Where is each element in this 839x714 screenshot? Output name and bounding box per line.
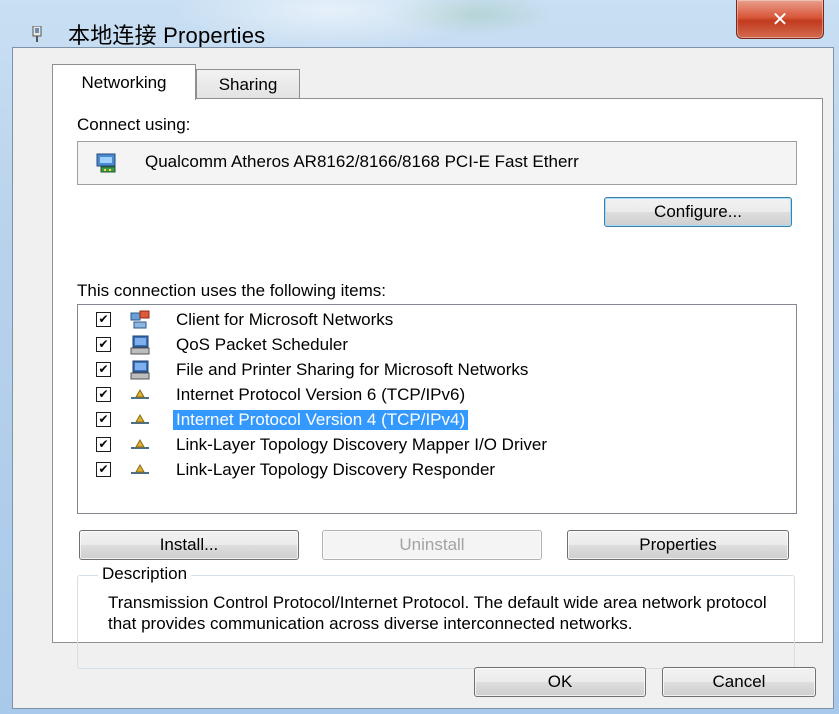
- item-checkbox[interactable]: ✔: [96, 337, 111, 352]
- list-item[interactable]: ✔ Link-Layer Topology Discovery Responde…: [78, 458, 796, 482]
- connect-using-label: Connect using:: [77, 115, 191, 134]
- item-checkbox[interactable]: ✔: [96, 362, 111, 377]
- item-checkbox[interactable]: ✔: [96, 462, 111, 477]
- description-group: Description Transmission Control Protoco…: [77, 564, 795, 669]
- item-label: QoS Packet Scheduler: [176, 335, 348, 354]
- description-title: Description: [98, 564, 192, 584]
- network-adapter-icon: [96, 153, 116, 173]
- item-checkbox[interactable]: ✔: [96, 412, 111, 427]
- list-item[interactable]: ✔ Internet Protocol Version 6 (TCP/IPv6): [78, 383, 796, 407]
- item-checkbox[interactable]: ✔: [96, 312, 111, 327]
- item-label: Client for Microsoft Networks: [176, 310, 394, 329]
- computer-service-icon: [130, 335, 150, 355]
- configure-button[interactable]: Configure...: [604, 197, 792, 227]
- tab-networking[interactable]: Networking: [52, 64, 196, 100]
- items-label: This connection uses the following items…: [77, 281, 386, 300]
- item-label: Link-Layer Topology Discovery Mapper I/O…: [176, 435, 547, 454]
- close-icon: ✕: [771, 8, 789, 31]
- cancel-button[interactable]: Cancel: [662, 667, 816, 697]
- list-item[interactable]: ✔ QoS Packet Scheduler: [78, 333, 796, 357]
- tab-sharing[interactable]: Sharing: [196, 69, 300, 100]
- install-button[interactable]: Install...: [79, 530, 299, 560]
- adapter-name: Qualcomm Atheros AR8162/8166/8168 PCI-E …: [145, 152, 579, 171]
- protocol-icon: [131, 463, 149, 474]
- computer-service-icon: [130, 360, 150, 380]
- list-item[interactable]: ✔ File and Printer Sharing for Microsoft…: [78, 358, 796, 382]
- item-checkbox[interactable]: ✔: [96, 387, 111, 402]
- window-title: 本地连接 Properties: [68, 23, 266, 48]
- list-item[interactable]: ✔ Link-Layer Topology Discovery Mapper I…: [78, 433, 796, 457]
- uninstall-button[interactable]: Uninstall: [322, 530, 542, 560]
- protocol-icon: [131, 388, 149, 399]
- components-list[interactable]: ✔ Client for Microsoft Networks ✔ QoS Pa…: [77, 304, 797, 514]
- item-label: Internet Protocol Version 4 (TCP/IPv4): [173, 410, 469, 430]
- protocol-icon: [131, 438, 149, 449]
- list-item[interactable]: ✔ Internet Protocol Version 4 (TCP/IPv4): [78, 408, 796, 432]
- protocol-icon: [131, 413, 149, 424]
- network-connection-icon: [32, 26, 42, 42]
- close-button[interactable]: ✕: [736, 0, 824, 39]
- item-label: File and Printer Sharing for Microsoft N…: [176, 360, 529, 379]
- properties-window: 本地连接 Properties ✕ Networking Sharing Con…: [0, 0, 839, 714]
- adapter-field: Qualcomm Atheros AR8162/8166/8168 PCI-E …: [77, 141, 797, 185]
- dialog-client-area: Networking Sharing Connect using: Qualco…: [12, 47, 834, 709]
- item-checkbox[interactable]: ✔: [96, 437, 111, 452]
- item-label: Link-Layer Topology Discovery Responder: [176, 460, 496, 479]
- ok-button[interactable]: OK: [474, 667, 646, 697]
- description-text: Transmission Control Protocol/Internet P…: [108, 593, 767, 633]
- network-client-icon: [130, 310, 150, 329]
- properties-button[interactable]: Properties: [567, 530, 789, 560]
- item-label: Internet Protocol Version 6 (TCP/IPv6): [176, 385, 466, 404]
- list-item[interactable]: ✔ Client for Microsoft Networks: [78, 308, 796, 332]
- networking-panel: Connect using: Qualcomm Atheros AR8162/8…: [52, 98, 823, 669]
